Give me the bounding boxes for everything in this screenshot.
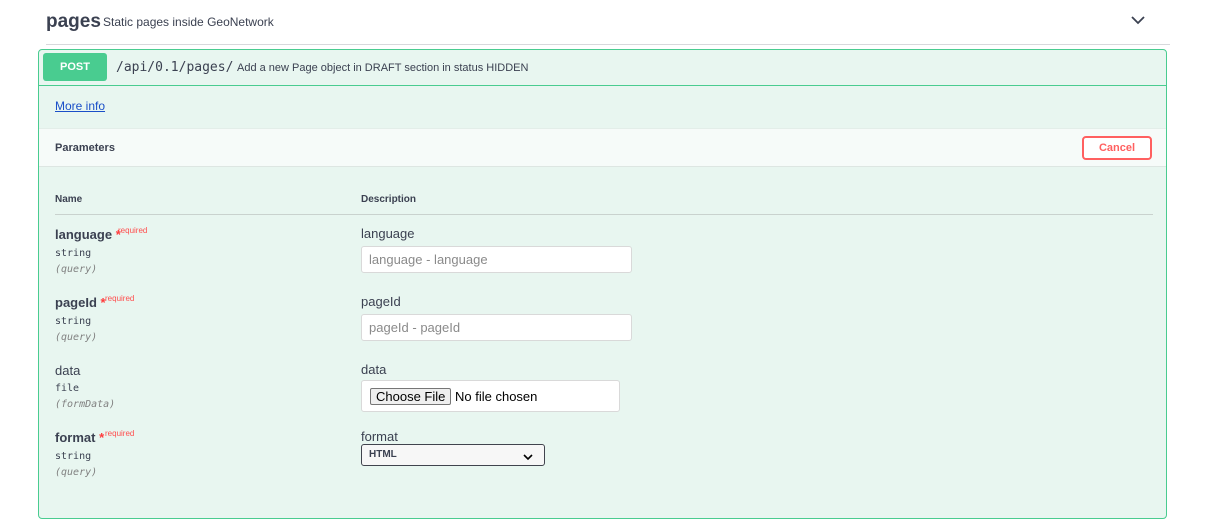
param-location: (formData) <box>55 399 116 410</box>
format-select[interactable]: HTML <box>361 444 545 466</box>
file-status: No file chosen <box>455 389 538 404</box>
param-location: (query) <box>55 264 98 275</box>
pageid-input[interactable] <box>361 314 632 341</box>
choose-file-button[interactable]: Choose File <box>370 388 452 405</box>
operation-path[interactable]: /api/0.1/pages/ <box>116 60 233 75</box>
tag-description: Static pages inside GeoNetwork <box>103 15 274 29</box>
param-name-format: format * <box>55 430 105 445</box>
chevron-down-icon[interactable] <box>1130 12 1146 28</box>
column-header-description: Description <box>361 194 417 205</box>
param-type: string <box>55 316 92 327</box>
param-name-data: data <box>55 363 81 378</box>
format-selected-value: HTML <box>369 449 397 460</box>
param-type: string <box>55 451 92 462</box>
tag-header[interactable]: pages Static pages inside GeoNetwork <box>46 0 1170 45</box>
param-name-pageid: pageId * <box>55 295 106 310</box>
file-input: Choose File No file chosen <box>361 380 620 412</box>
parameters-header: Parameters Cancel <box>39 128 1166 167</box>
param-description: pageId <box>361 294 401 309</box>
param-type: file <box>55 383 80 394</box>
method-badge[interactable]: POST <box>43 53 107 81</box>
param-location: (query) <box>55 332 98 343</box>
param-type: string <box>55 248 92 259</box>
column-header-name: Name <box>55 194 83 205</box>
param-description: language <box>361 226 415 241</box>
parameters-title: Parameters <box>55 142 115 154</box>
cancel-button[interactable]: Cancel <box>1082 136 1152 160</box>
param-location: (query) <box>55 467 98 478</box>
more-info-link[interactable]: More info <box>55 99 105 113</box>
operation-block: POST /api/0.1/pages/ Add a new Page obje… <box>38 49 1167 519</box>
operation-summary[interactable]: POST /api/0.1/pages/ Add a new Page obje… <box>39 50 1166 86</box>
param-description: format <box>361 429 398 444</box>
language-input[interactable] <box>361 246 632 273</box>
param-description: data <box>361 362 387 377</box>
operation-summary-text: Add a new Page object in DRAFT section i… <box>237 62 529 74</box>
param-name-language: language * <box>55 227 121 242</box>
tag-title[interactable]: pages <box>46 11 101 33</box>
required-label: required <box>105 429 135 438</box>
required-label: required <box>105 294 135 303</box>
chevron-down-icon <box>522 450 534 462</box>
header-divider <box>55 214 1153 215</box>
required-label: required <box>118 226 148 235</box>
